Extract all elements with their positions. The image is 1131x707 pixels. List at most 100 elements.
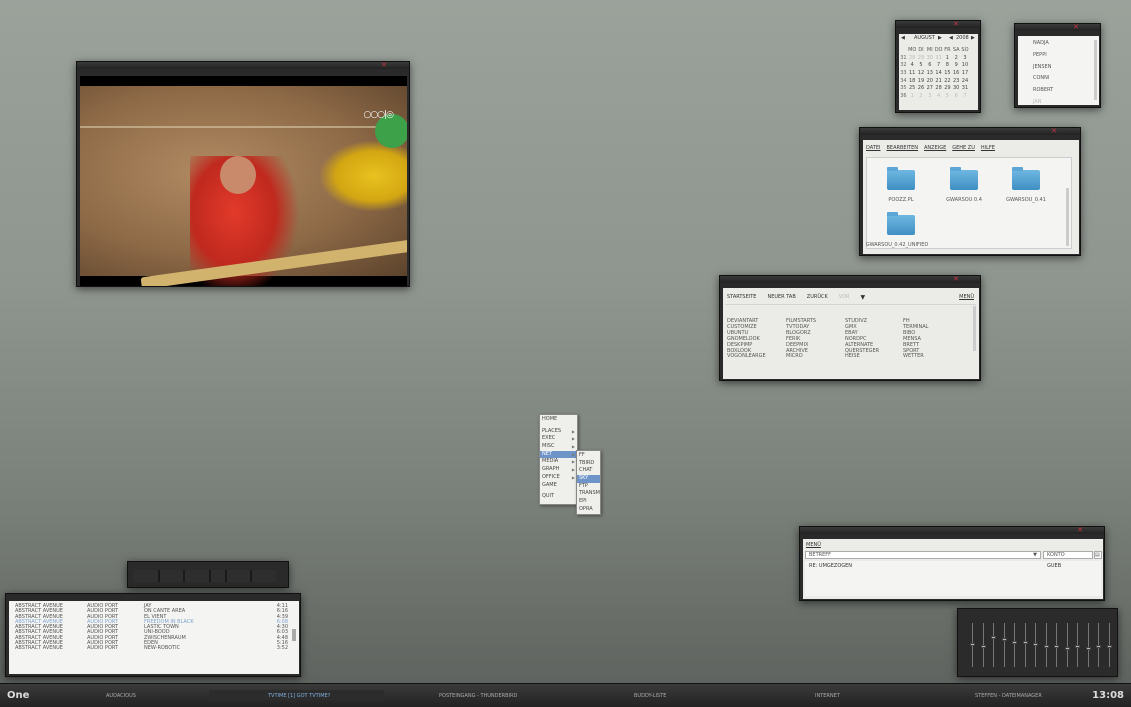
next-month-icon[interactable]: ▶ (938, 35, 942, 41)
message-row[interactable]: RE: UMGEZOGEN GUEB (805, 563, 1101, 570)
forward-button[interactable]: VOR (839, 294, 850, 301)
playlist-scrollbar[interactable] (292, 629, 296, 641)
calendar-day[interactable]: 29 (943, 84, 952, 92)
calendar-day[interactable]: 5 (943, 92, 952, 100)
play-icon[interactable] (159, 570, 184, 582)
menu-item-quit[interactable]: QUIT (540, 493, 577, 501)
workspace-name[interactable]: One (7, 684, 29, 707)
calendar-day[interactable]: 3 (925, 92, 934, 100)
mail-menu-button[interactable]: MENÜ (806, 542, 821, 548)
calendar-day[interactable]: 24 (961, 77, 970, 85)
audio-player-controls[interactable] (127, 561, 289, 588)
next-icon[interactable] (226, 570, 251, 582)
calendar-day[interactable]: 2 (952, 54, 961, 62)
calendar-day[interactable]: 13 (925, 69, 934, 77)
calendar-titlebar[interactable] (896, 21, 980, 28)
buddy-item[interactable]: JENSEN (1033, 62, 1053, 74)
volume-slider-knob[interactable] (1106, 645, 1112, 648)
calendar-day[interactable]: 30 (952, 84, 961, 92)
close-icon[interactable]: ✕ (380, 62, 388, 69)
calendar-day[interactable]: 31 (934, 54, 943, 62)
volume-slider-knob[interactable] (1054, 645, 1059, 648)
eject-icon[interactable] (252, 570, 277, 582)
task-buddy-list[interactable]: BUDDY-LISTE (634, 684, 666, 707)
prev-icon[interactable] (134, 570, 158, 582)
menu-item-chat[interactable]: CHAT (577, 467, 600, 475)
volume-slider-track[interactable] (1003, 623, 1005, 667)
volume-slider-knob[interactable] (1022, 640, 1028, 644)
volume-slider-knob[interactable] (980, 645, 986, 648)
calendar-day[interactable]: 18 (908, 77, 917, 85)
menu-item-graph[interactable]: GRAPH ▶ (540, 466, 577, 474)
calendar-day[interactable]: 28 (908, 54, 917, 62)
menu-item-bearbeiten[interactable]: BEARBEITEN (886, 145, 918, 151)
calendar-day[interactable]: 5 (917, 61, 926, 69)
calendar-day[interactable]: 25 (908, 84, 917, 92)
calendar-day[interactable]: 23 (952, 77, 961, 85)
volume-slider-knob[interactable] (1043, 645, 1049, 648)
volume-slider-knob[interactable] (1085, 647, 1091, 651)
calendar-day[interactable]: 20 (925, 77, 934, 85)
dropdown-arrow-icon[interactable]: ▼ (861, 294, 866, 301)
stop-icon[interactable] (210, 570, 225, 582)
task-file-manager[interactable]: STEFFEN - DATEIMANAGER (975, 684, 1042, 707)
close-icon[interactable]: ✕ (1076, 527, 1084, 534)
file-manager-window[interactable]: ✕ DATEI BEARBEITEN ANZEIGE GEHE ZU HILFE POO… (859, 127, 1081, 256)
menu-item-net[interactable]: NET ▶ (540, 450, 577, 459)
menu-item-sky[interactable]: SKY (577, 475, 600, 483)
close-icon[interactable]: ✕ (1050, 128, 1058, 135)
calendar-day[interactable]: 22 (943, 77, 952, 85)
subject-filter-select[interactable]: BETREFF ▼ (805, 551, 1041, 559)
video-player-window[interactable]: ✕ ○○○|◎ (76, 61, 410, 287)
task-thunderbird[interactable]: POSTEINGANG - THUNDERBIRD (439, 684, 517, 707)
calendar-day[interactable]: 28 (934, 84, 943, 92)
calendar-day[interactable]: 7 (961, 92, 970, 100)
volume-slider-knob[interactable] (970, 642, 975, 646)
volume-slider-track[interactable] (1024, 623, 1026, 667)
menu-item-epi[interactable]: EPI (577, 498, 600, 506)
close-icon[interactable]: ✕ (952, 276, 960, 283)
bookmark-link[interactable]: HEISE (845, 354, 879, 360)
mixer-window[interactable] (957, 608, 1118, 677)
menu-item-opra[interactable]: OPRA (577, 506, 600, 514)
volume-slider-track[interactable] (1087, 623, 1089, 667)
calendar-day[interactable]: 2 (917, 92, 926, 100)
calendar-day[interactable]: 31 (961, 84, 970, 92)
menu-item-game[interactable]: GAME (540, 482, 577, 490)
folder-scrollbar[interactable] (1066, 188, 1069, 246)
browser-titlebar[interactable] (720, 276, 980, 283)
calendar-day[interactable]: 15 (943, 69, 952, 77)
account-column-header[interactable]: KONTO (1043, 551, 1093, 559)
menu-item-transm[interactable]: TRANSM (577, 490, 600, 498)
calendar-day[interactable]: 12 (917, 69, 926, 77)
menu-item-gehe-zu[interactable]: GEHE ZU (952, 145, 975, 151)
close-icon[interactable]: ✕ (952, 21, 960, 28)
calendar-day[interactable]: 1 (943, 54, 952, 62)
volume-slider-knob[interactable] (1033, 642, 1038, 646)
calendar-day[interactable]: 19 (917, 77, 926, 85)
calendar-day[interactable]: 3 (961, 54, 970, 62)
calendar-day[interactable]: 30 (925, 54, 934, 62)
calendar-day[interactable]: 4 (934, 92, 943, 100)
menu-item-ftp[interactable]: FTP (577, 483, 600, 491)
playlist-row[interactable]: ABSTRACT AVENUE AUDIO PORT NEW-ROBOTIC 3:52 (15, 646, 288, 652)
browser-window[interactable]: ✕ STARTSEITE NEUER TAB ZURÜCK VOR ▼ MENÜ… (719, 275, 981, 381)
column-picker-button[interactable]: ▤ (1094, 551, 1102, 559)
buddy-titlebar[interactable] (1015, 24, 1100, 31)
volume-slider-track[interactable] (1014, 623, 1015, 667)
mail-titlebar[interactable] (800, 527, 1104, 534)
calendar-day[interactable]: 10 (961, 61, 970, 69)
menu-item-places[interactable]: PLACES ▶ (540, 428, 577, 436)
browser-scrollbar[interactable] (973, 306, 976, 351)
buddy-scrollbar[interactable] (1094, 40, 1097, 100)
buddy-item[interactable]: PEPPI (1033, 50, 1053, 62)
calendar-day[interactable]: 8 (943, 61, 952, 69)
mail-window[interactable]: ✕ MENÜ BETREFF ▼ KONTO ▤ RE: UMGEZOGEN G… (799, 526, 1105, 601)
volume-slider-track[interactable] (1066, 623, 1068, 667)
home-button[interactable]: STARTSEITE (727, 294, 756, 301)
browser-menu-button[interactable]: MENÜ (959, 294, 974, 300)
volume-slider-knob[interactable] (1012, 640, 1017, 644)
calendar-day[interactable]: 21 (934, 77, 943, 85)
close-icon[interactable]: ✕ (1072, 24, 1080, 31)
menu-item-anzeige[interactable]: ANZEIGE (924, 145, 946, 151)
